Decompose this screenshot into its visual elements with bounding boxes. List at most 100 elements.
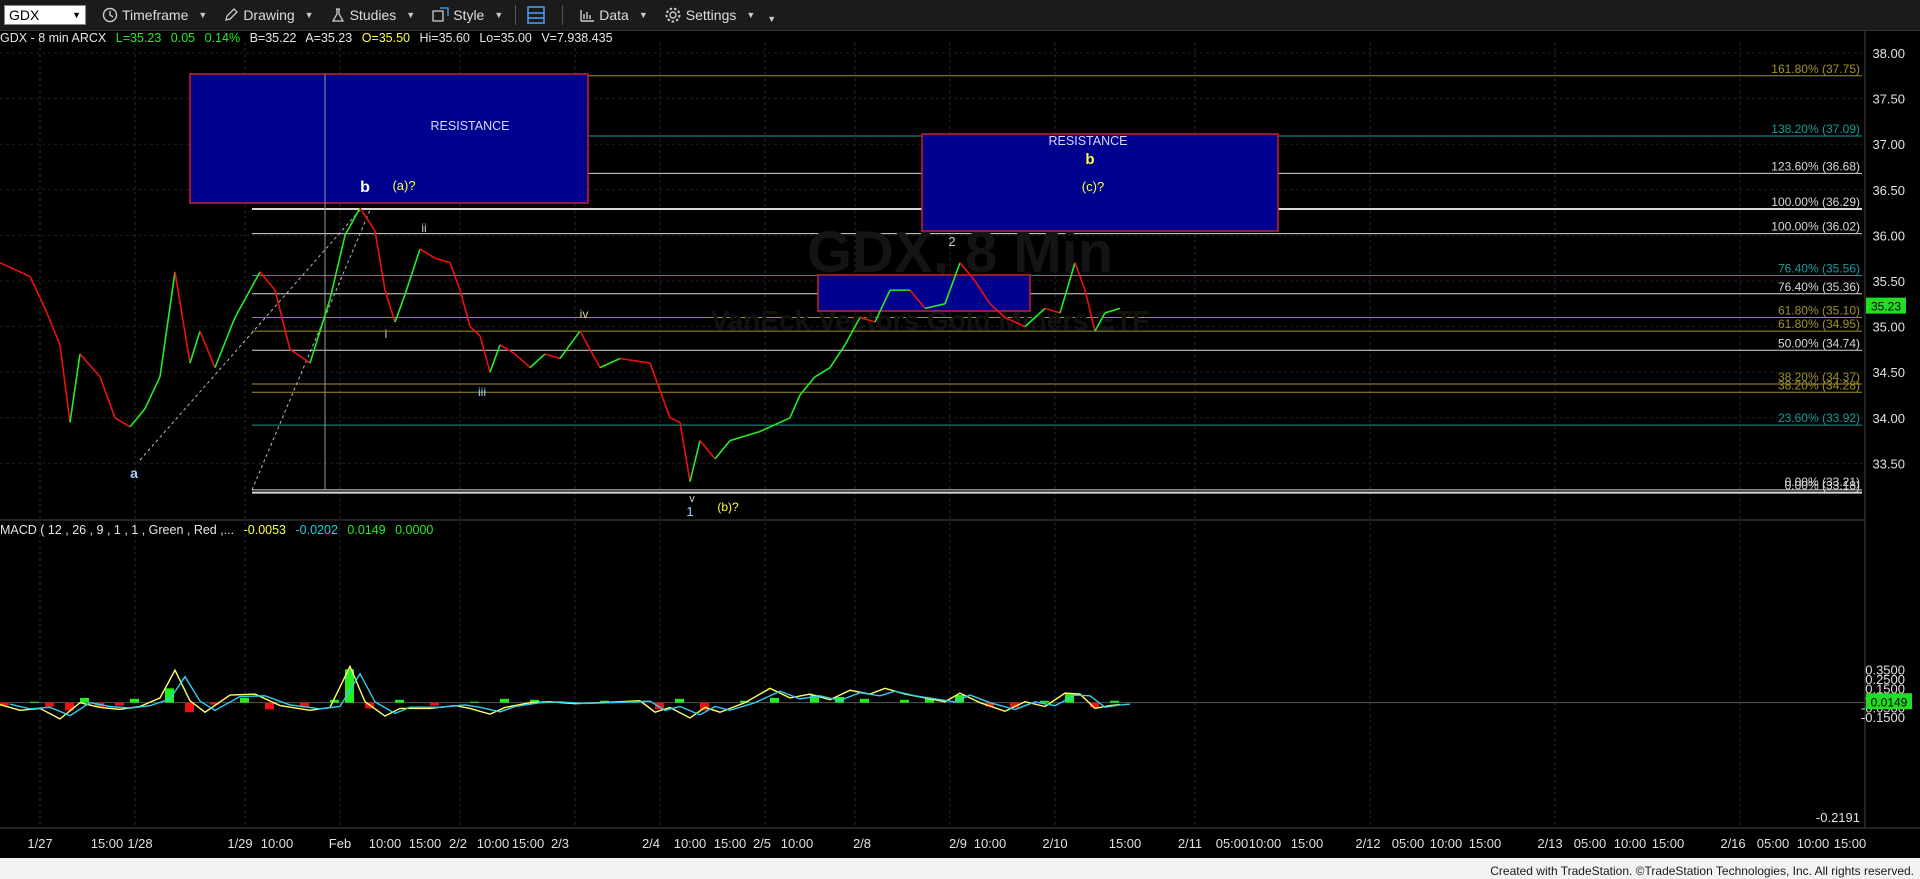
style-label: Style bbox=[453, 7, 485, 23]
price-segment bbox=[599, 357, 621, 369]
low-price: Lo=35.00 bbox=[479, 31, 532, 45]
ask-price: A=35.23 bbox=[305, 31, 353, 45]
chevron-down-icon: ▼ bbox=[638, 10, 648, 20]
macd-histogram-bar bbox=[1090, 702, 1099, 708]
wave-label: b bbox=[1085, 151, 1094, 168]
price-segment bbox=[1074, 262, 1086, 291]
price-tick-label: 38.00 bbox=[1872, 46, 1905, 61]
price-segment bbox=[144, 376, 161, 410]
pencil-icon bbox=[223, 7, 239, 23]
price-tick-label: 33.50 bbox=[1872, 456, 1905, 471]
price-segment bbox=[1084, 289, 1096, 332]
overflow-chevron-icon[interactable]: ▼ bbox=[767, 14, 776, 24]
time-tick-label: 15:00 bbox=[1291, 836, 1324, 851]
macd-histogram-bar bbox=[900, 699, 909, 703]
wave-label: iv bbox=[580, 307, 589, 321]
chevron-down-icon: ▼ bbox=[406, 10, 416, 20]
toolbar-divider bbox=[515, 5, 517, 25]
macd-histogram-bar bbox=[675, 698, 684, 703]
gear-icon bbox=[664, 6, 682, 24]
price-segment bbox=[859, 316, 876, 323]
wave-label: ii bbox=[421, 221, 426, 235]
fib-level-label: 0.00% (33.21) bbox=[1785, 475, 1860, 489]
macd-histogram-bar bbox=[1040, 700, 1049, 703]
price-segment bbox=[874, 289, 891, 323]
price-segment bbox=[669, 417, 681, 424]
timeframe-menu[interactable]: Timeframe ▼ bbox=[102, 7, 207, 23]
last-price: L=35.23 bbox=[115, 31, 162, 45]
price-segment bbox=[199, 330, 216, 368]
macd-current-label: 0.0149 bbox=[1871, 695, 1908, 709]
time-tick-label: 2/12 bbox=[1355, 836, 1380, 851]
price-segment bbox=[344, 207, 361, 236]
price-segment bbox=[259, 271, 276, 291]
flask-icon bbox=[330, 7, 346, 23]
time-tick-label: 10:00 bbox=[261, 836, 294, 851]
price-segment bbox=[514, 353, 531, 369]
fib-level-label: 0.00% (33.18) bbox=[1785, 479, 1860, 493]
macd-histogram-bar bbox=[530, 699, 539, 703]
net-change: 0.05 bbox=[170, 31, 196, 45]
fib-level-label: 161.80% (37.75) bbox=[1771, 62, 1860, 76]
price-tick-label: 37.00 bbox=[1872, 137, 1905, 152]
fib-level-label: 76.40% (35.56) bbox=[1778, 262, 1860, 276]
macd-histogram-bar bbox=[240, 697, 249, 703]
fib-level-label: 76.40% (35.36) bbox=[1778, 280, 1860, 294]
macd-tick-label: 0.0500 bbox=[1865, 691, 1905, 706]
style-menu[interactable]: Style ▼ bbox=[431, 7, 503, 23]
resistance-label: RESISTANCE bbox=[431, 119, 510, 133]
price-segment bbox=[1059, 262, 1076, 314]
data-menu[interactable]: Data ▼ bbox=[579, 7, 648, 23]
macd-current-marker bbox=[1866, 693, 1912, 710]
macd-histogram-bar bbox=[80, 697, 89, 703]
macd-tick-label: 0.1500 bbox=[1865, 681, 1905, 696]
time-tick-label: 05:00 bbox=[1574, 836, 1607, 851]
macd-histogram-bar bbox=[700, 702, 709, 711]
time-tick-label: 15:00 bbox=[1469, 836, 1502, 851]
wave-label: b bbox=[360, 179, 370, 196]
price-segment bbox=[649, 362, 661, 391]
macd-label: MACD ( 12 , 26 , 9 , 1 , 1 , Green , Red… bbox=[0, 523, 235, 537]
layout-button[interactable] bbox=[526, 5, 550, 25]
wave-label: v bbox=[689, 493, 695, 505]
macd-histogram-bar bbox=[330, 699, 339, 703]
time-tick-label: 15:00 bbox=[1109, 836, 1142, 851]
price-segment bbox=[419, 248, 436, 259]
wave-label: 1 bbox=[686, 504, 693, 519]
toolbar: GDX ▼ Timeframe ▼ Drawing ▼ Studies ▼ St… bbox=[0, 0, 1920, 31]
price-chart[interactable]: 161.80% (37.75)138.20% (37.09)123.60% (3… bbox=[0, 0, 1920, 879]
time-tick-label: 2/13 bbox=[1537, 836, 1562, 851]
resistance-label: RESISTANCE bbox=[1049, 134, 1128, 148]
macd-signal-line bbox=[9, 672, 1131, 717]
price-segment bbox=[844, 317, 861, 346]
wave-label: (c)? bbox=[1082, 179, 1104, 194]
price-segment bbox=[174, 271, 191, 364]
fib-level-label: 38.20% (34.37) bbox=[1778, 370, 1860, 384]
symbol-selector[interactable]: GDX ▼ bbox=[4, 5, 86, 25]
price-segment bbox=[29, 276, 46, 309]
price-segment bbox=[1044, 307, 1061, 314]
price-segment bbox=[814, 366, 831, 378]
macd-histogram-bar bbox=[45, 702, 54, 707]
chevron-down-icon: ▼ bbox=[198, 10, 208, 20]
open-price: O=35.50 bbox=[361, 31, 410, 45]
drawing-menu[interactable]: Drawing ▼ bbox=[223, 7, 314, 23]
macd-histogram-bar bbox=[560, 702, 569, 704]
time-tick-label: 2/4 bbox=[642, 836, 660, 851]
price-segment bbox=[529, 353, 546, 369]
macd-histogram-bar bbox=[630, 700, 639, 703]
time-tick-label: 2/11 bbox=[1178, 836, 1202, 851]
macd-histogram-bar bbox=[345, 669, 354, 703]
price-segment bbox=[799, 376, 816, 396]
macd-histogram-bar bbox=[955, 695, 964, 703]
macd-tick-label: 0.2500 bbox=[1865, 672, 1905, 687]
time-tick-label: 15:00 bbox=[91, 836, 124, 851]
price-segment bbox=[989, 303, 1006, 319]
price-segment bbox=[829, 344, 846, 369]
current-price-marker bbox=[1866, 297, 1906, 314]
wave-label: (b)? bbox=[717, 500, 739, 514]
studies-menu[interactable]: Studies ▼ bbox=[330, 7, 416, 23]
price-tick-label: 35.00 bbox=[1872, 320, 1905, 335]
price-segment bbox=[329, 235, 346, 300]
settings-menu[interactable]: Settings ▼ bbox=[664, 6, 755, 24]
